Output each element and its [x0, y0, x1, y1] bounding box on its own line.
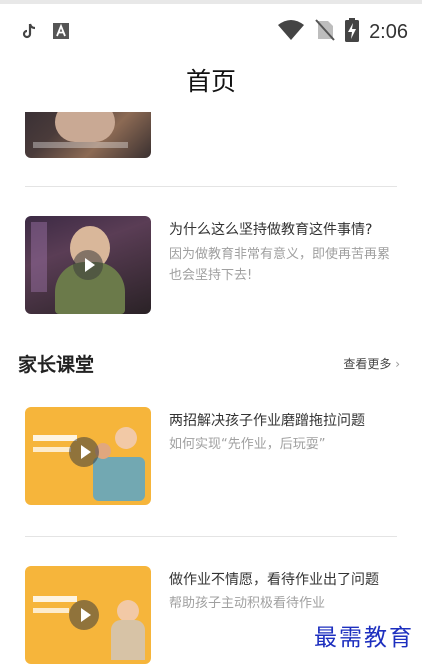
- feed-card-partial[interactable]: [25, 112, 397, 158]
- class-item-subtitle: 如何实现“先作业，后玩耍”: [169, 437, 326, 452]
- feed-card-featured[interactable]: 为什么这么坚持做教育这件事情? 因为做教育非常有意义，即使再苦再累也会坚持下去!: [25, 216, 397, 316]
- video-thumbnail[interactable]: [25, 216, 151, 314]
- thumbnail-parent-head: [115, 427, 137, 449]
- video-thumbnail[interactable]: [25, 407, 151, 505]
- view-more-link[interactable]: 查看更多 ›: [343, 355, 400, 372]
- divider: [25, 186, 397, 187]
- thumbnail-parent-head: [117, 600, 139, 622]
- play-icon[interactable]: [69, 600, 99, 630]
- class-item-title[interactable]: 做作业不情愿，看待作业出了问题: [169, 570, 404, 590]
- watermark-text: 最需教育: [314, 625, 414, 651]
- divider: [25, 536, 397, 537]
- class-item-title[interactable]: 两招解决孩子作业磨蹭拖拉问题: [169, 411, 404, 431]
- thumbnail-text-line: [33, 447, 71, 452]
- thumbnail-hands: [55, 112, 115, 142]
- thumbnail-caption-strip: [33, 142, 128, 148]
- thumbnail-text-line: [33, 435, 77, 441]
- class-item[interactable]: 两招解决孩子作业磨蹭拖拉问题 如何实现“先作业，后玩耍”: [25, 407, 397, 507]
- tiktok-icon: [22, 23, 36, 43]
- video-thumbnail[interactable]: [25, 112, 151, 158]
- status-bar: 2:06: [0, 4, 422, 56]
- translate-icon: [52, 22, 70, 44]
- thumbnail-text-line: [33, 608, 69, 613]
- thumbnail-desk: [93, 457, 145, 501]
- home-feed[interactable]: 为什么这么坚持做教育这件事情? 因为做教育非常有意义，即使再苦再累也会坚持下去!…: [0, 112, 422, 666]
- no-sim-icon: [315, 19, 335, 45]
- chevron-right-icon: ›: [395, 357, 400, 371]
- video-thumbnail[interactable]: [25, 566, 151, 664]
- class-item-subtitle: 帮助孩子主动积极看待作业: [169, 596, 326, 611]
- play-icon[interactable]: [73, 250, 103, 280]
- card-description: 因为做教育非常有意义，即使再苦再累也会坚持下去!: [169, 247, 391, 283]
- section-title-parent-class: 家长课堂: [18, 354, 95, 376]
- wifi-icon: [277, 19, 305, 45]
- card-title[interactable]: 为什么这么坚持做教育这件事情?: [169, 220, 404, 240]
- thumbnail-flowers: [31, 222, 47, 292]
- view-more-label: 查看更多: [343, 357, 392, 371]
- status-time: 2:06: [369, 20, 408, 43]
- play-icon[interactable]: [69, 437, 99, 467]
- thumbnail-text-line: [33, 596, 77, 602]
- battery-charging-icon: [345, 18, 360, 46]
- thumbnail-parent-body: [111, 620, 145, 660]
- page-title: 首页: [185, 67, 236, 96]
